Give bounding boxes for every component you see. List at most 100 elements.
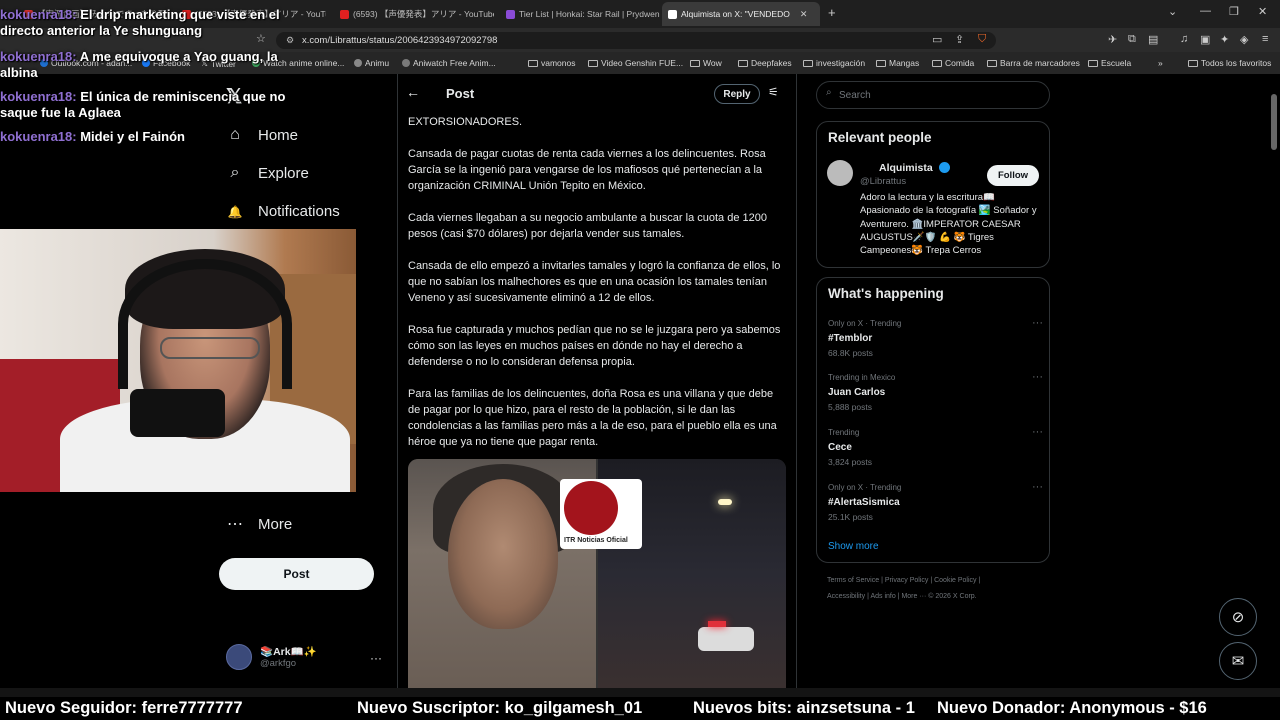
folder-icon	[1188, 59, 1198, 67]
account-handle: @arkfgo	[260, 658, 297, 669]
bookmark-folder[interactable]: Mangas	[876, 58, 919, 68]
wallet-icon[interactable]: ▣	[1200, 33, 1210, 46]
card-title: Relevant people	[828, 130, 932, 145]
whats-happening-card: What's happening Only on X · Trending #T…	[816, 277, 1050, 563]
post-button[interactable]: Post	[219, 558, 374, 590]
avatar	[226, 644, 252, 670]
police-car	[698, 627, 754, 651]
account-switcher[interactable]: 📚Ark📖✨ @arkfgo	[226, 644, 317, 670]
webcam-overlay	[0, 229, 356, 492]
prydwen-icon	[506, 9, 515, 19]
folder-icon	[803, 59, 813, 67]
siren-light	[708, 621, 726, 627]
bookmark-folder[interactable]: Todos los favoritos	[1188, 58, 1271, 68]
aniwatch-icon	[402, 59, 410, 67]
bookmark-folder[interactable]: Barra de marcadores	[987, 58, 1080, 68]
install-icon[interactable]: ▭	[932, 33, 942, 46]
x-icon	[668, 9, 677, 19]
maximize-button[interactable]: ❐	[1229, 5, 1239, 18]
card-title: What's happening	[828, 286, 944, 301]
trend-more-icon[interactable]: ···	[1032, 371, 1043, 383]
new-tab-button[interactable]: +	[828, 5, 836, 20]
microphone	[130, 389, 225, 437]
media-icon[interactable]: ♫	[1180, 33, 1188, 45]
nav-item-notifications[interactable]: 🔔 Notifications	[226, 203, 340, 220]
nav-item-explore[interactable]: ⌕ Explore	[226, 164, 309, 182]
footer-links[interactable]: Accessibility | Ads info | More ··· © 20…	[827, 593, 977, 600]
chat-username: kokuenra18:	[0, 49, 77, 64]
tab-search-icon[interactable]: ⌄	[1168, 5, 1177, 18]
trend-item[interactable]: Trending Cece 3,824 posts ···	[828, 426, 1043, 467]
bookmark-folder[interactable]: Comida	[932, 58, 974, 68]
browser-tab[interactable]: (6593) 【声優発表】アリア - YouTube	[334, 4, 494, 24]
browser-tab-active[interactable]: Alquimista on X: "VENDEDO ✕	[662, 2, 820, 26]
folder-icon	[876, 59, 886, 67]
more-circle-icon: ⋯	[227, 516, 243, 533]
close-window-button[interactable]: ✕	[1258, 5, 1267, 18]
bookmark-item[interactable]: Animu	[354, 58, 389, 68]
trend-item[interactable]: Trending in Mexico Juan Carlos 5,888 pos…	[828, 371, 1043, 412]
share-icon[interactable]: ⇪	[955, 33, 964, 46]
menu-icon[interactable]: ≡	[1262, 33, 1268, 45]
search-input[interactable]: Search	[816, 81, 1050, 109]
bookmark-folder[interactable]: investigación	[803, 58, 865, 68]
folder-icon	[987, 59, 997, 67]
grok-icon[interactable]: ⊘	[1219, 598, 1257, 636]
post-header: ← Post Reply ⚟	[398, 74, 798, 112]
browser-tab[interactable]: Tier List | Honkai: Star Rail | Prydwen	[500, 4, 660, 24]
post-body: EXTORSIONADORES. Cansada de pagar cuotas…	[408, 114, 788, 466]
chat-message: kokuenra18: Midei y el Fainón	[0, 129, 300, 145]
bookmark-folder[interactable]: Escuela	[1088, 58, 1131, 68]
person-name[interactable]: Alquimista	[879, 162, 950, 174]
trend-more-icon[interactable]: ···	[1032, 317, 1043, 329]
folder-icon	[528, 59, 538, 67]
puzzle-icon[interactable]: ⧉	[1128, 33, 1136, 46]
messages-icon[interactable]: ✉	[1219, 642, 1257, 680]
bookmarks-overflow-icon[interactable]: »	[1158, 58, 1163, 68]
search-icon: ⌕	[826, 87, 832, 98]
folder-icon	[932, 59, 942, 67]
relevant-people-card: Relevant people Alquimista @Librattus Fo…	[816, 121, 1050, 268]
close-tab-icon[interactable]: ✕	[800, 9, 808, 20]
chat-username: kokuenra18:	[0, 7, 77, 22]
trend-more-icon[interactable]: ···	[1032, 426, 1043, 438]
account-more-icon[interactable]: ···	[370, 651, 382, 665]
reply-button[interactable]: Reply	[714, 84, 760, 104]
chat-message: kokuenra18: El única de reminiscencia qu…	[0, 89, 300, 121]
trend-item[interactable]: Only on X · Trending #Temblor 68.8K post…	[828, 317, 1043, 358]
vpn-icon[interactable]: ◈	[1240, 33, 1248, 46]
post-paragraph: Rosa fue capturada y muchos pedían que n…	[408, 324, 781, 368]
footer-links[interactable]: Terms of Service | Privacy Policy | Cook…	[827, 577, 980, 584]
trend-more-icon[interactable]: ···	[1032, 481, 1043, 493]
post-paragraph: Para las familias de los delincuentes, d…	[408, 388, 777, 448]
brave-shield-icon[interactable]: ⛉	[978, 33, 986, 46]
nav-item-more[interactable]: ⋯ More	[226, 514, 292, 534]
minimize-button[interactable]: —	[1200, 5, 1211, 17]
bookmark-folder[interactable]: Deepfakes	[738, 58, 792, 68]
sidebar-icon[interactable]: ▤	[1148, 33, 1158, 46]
show-more-link[interactable]: Show more	[828, 541, 879, 552]
back-arrow-icon[interactable]: ←	[406, 84, 420, 100]
bookmark-folder[interactable]: Video Genshin FUE...	[588, 58, 683, 68]
folder-icon	[690, 59, 700, 67]
extension-icon[interactable]: ✈	[1108, 33, 1117, 46]
ticker-item: Nuevo Donador: Anonymous - $16	[937, 699, 1207, 717]
trend-item[interactable]: Only on X · Trending #AlertaSismica 25.1…	[828, 481, 1043, 522]
post-media[interactable]: ITR Noticias Oficial	[408, 459, 786, 688]
ticker-item: Nuevo Seguidor: ferre7777777	[5, 699, 243, 717]
url-field[interactable]: ⚙ x.com/Librattus/status/200642393497209…	[276, 32, 996, 49]
mugshot-face	[448, 479, 558, 629]
tune-icon[interactable]: ⚟	[768, 85, 779, 99]
post-paragraph: Cansada de ello empezó a invitarles tama…	[408, 260, 781, 304]
leo-icon[interactable]: ✦	[1220, 33, 1229, 46]
bookmark-folder[interactable]: Wow	[690, 58, 722, 68]
scrollbar[interactable]	[1271, 94, 1277, 150]
bookmark-folder[interactable]: vamonos	[528, 58, 576, 68]
follow-button[interactable]: Follow	[987, 165, 1039, 186]
ticker-item: Nuevos bits: ainzsetsuna - 1	[693, 699, 915, 717]
search-icon: ⌕	[230, 164, 240, 181]
folder-icon	[588, 59, 598, 67]
bookmark-item[interactable]: Aniwatch Free Anim...	[402, 58, 496, 68]
bell-icon: 🔔	[227, 204, 243, 219]
avatar[interactable]	[827, 160, 853, 186]
